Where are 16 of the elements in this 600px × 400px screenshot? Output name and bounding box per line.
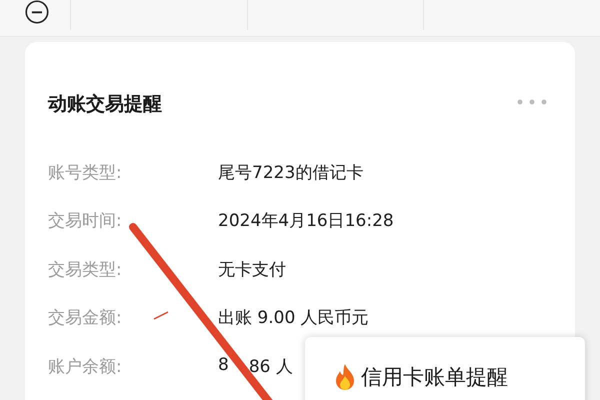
field-value: 出账 9.00 人民币元 xyxy=(218,307,369,330)
field-label: 账号类型: xyxy=(48,162,122,184)
field-label: 交易类型: xyxy=(48,258,122,281)
popup-card[interactable]: 信用卡账单提醒 xyxy=(305,337,585,400)
flame-icon xyxy=(333,363,357,391)
field-label: 交易时间: xyxy=(48,210,122,232)
popup-title: 信用卡账单提醒 xyxy=(361,364,508,391)
field-value: 无卡支付 xyxy=(218,258,286,281)
field-value: 8 xyxy=(218,354,229,377)
card-title: 动账交易提醒 xyxy=(48,92,162,117)
field-label: 账户余额: xyxy=(48,356,122,378)
annotation-mark xyxy=(153,311,169,320)
field-value: 2024年4月16日16:28 xyxy=(218,210,394,232)
field-value: 86 人 xyxy=(248,356,293,378)
field-value: 尾号7223的借记卡 xyxy=(218,162,364,184)
field-label: 交易金额: xyxy=(48,307,122,330)
